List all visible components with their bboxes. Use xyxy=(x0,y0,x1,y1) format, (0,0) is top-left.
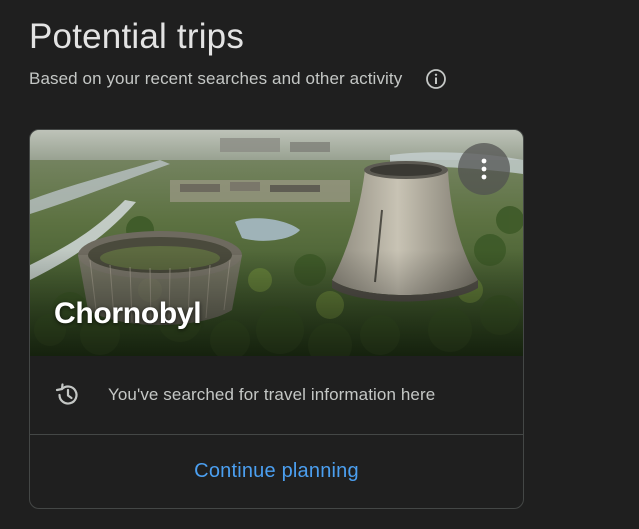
continue-planning-label: Continue planning xyxy=(194,460,359,482)
page-subtitle: Based on your recent searches and other … xyxy=(29,69,403,88)
destination-name: Chornobyl xyxy=(54,297,202,330)
history-icon xyxy=(54,381,82,409)
search-reason-row: You've searched for travel information h… xyxy=(30,356,523,435)
info-icon[interactable] xyxy=(425,68,447,90)
trip-card: Chornobyl You've searched for travel inf… xyxy=(29,129,524,509)
more-vert-icon xyxy=(481,158,487,180)
continue-planning-button[interactable]: Continue planning xyxy=(30,435,523,508)
more-options-button[interactable] xyxy=(458,143,510,195)
search-reason-text: You've searched for travel information h… xyxy=(108,385,436,404)
page-title: Potential trips xyxy=(29,17,245,56)
destination-image[interactable]: Chornobyl xyxy=(30,130,523,356)
potential-trips-page: Potential trips Based on your recent sea… xyxy=(0,0,639,529)
subtitle-row: Based on your recent searches and other … xyxy=(29,68,447,90)
